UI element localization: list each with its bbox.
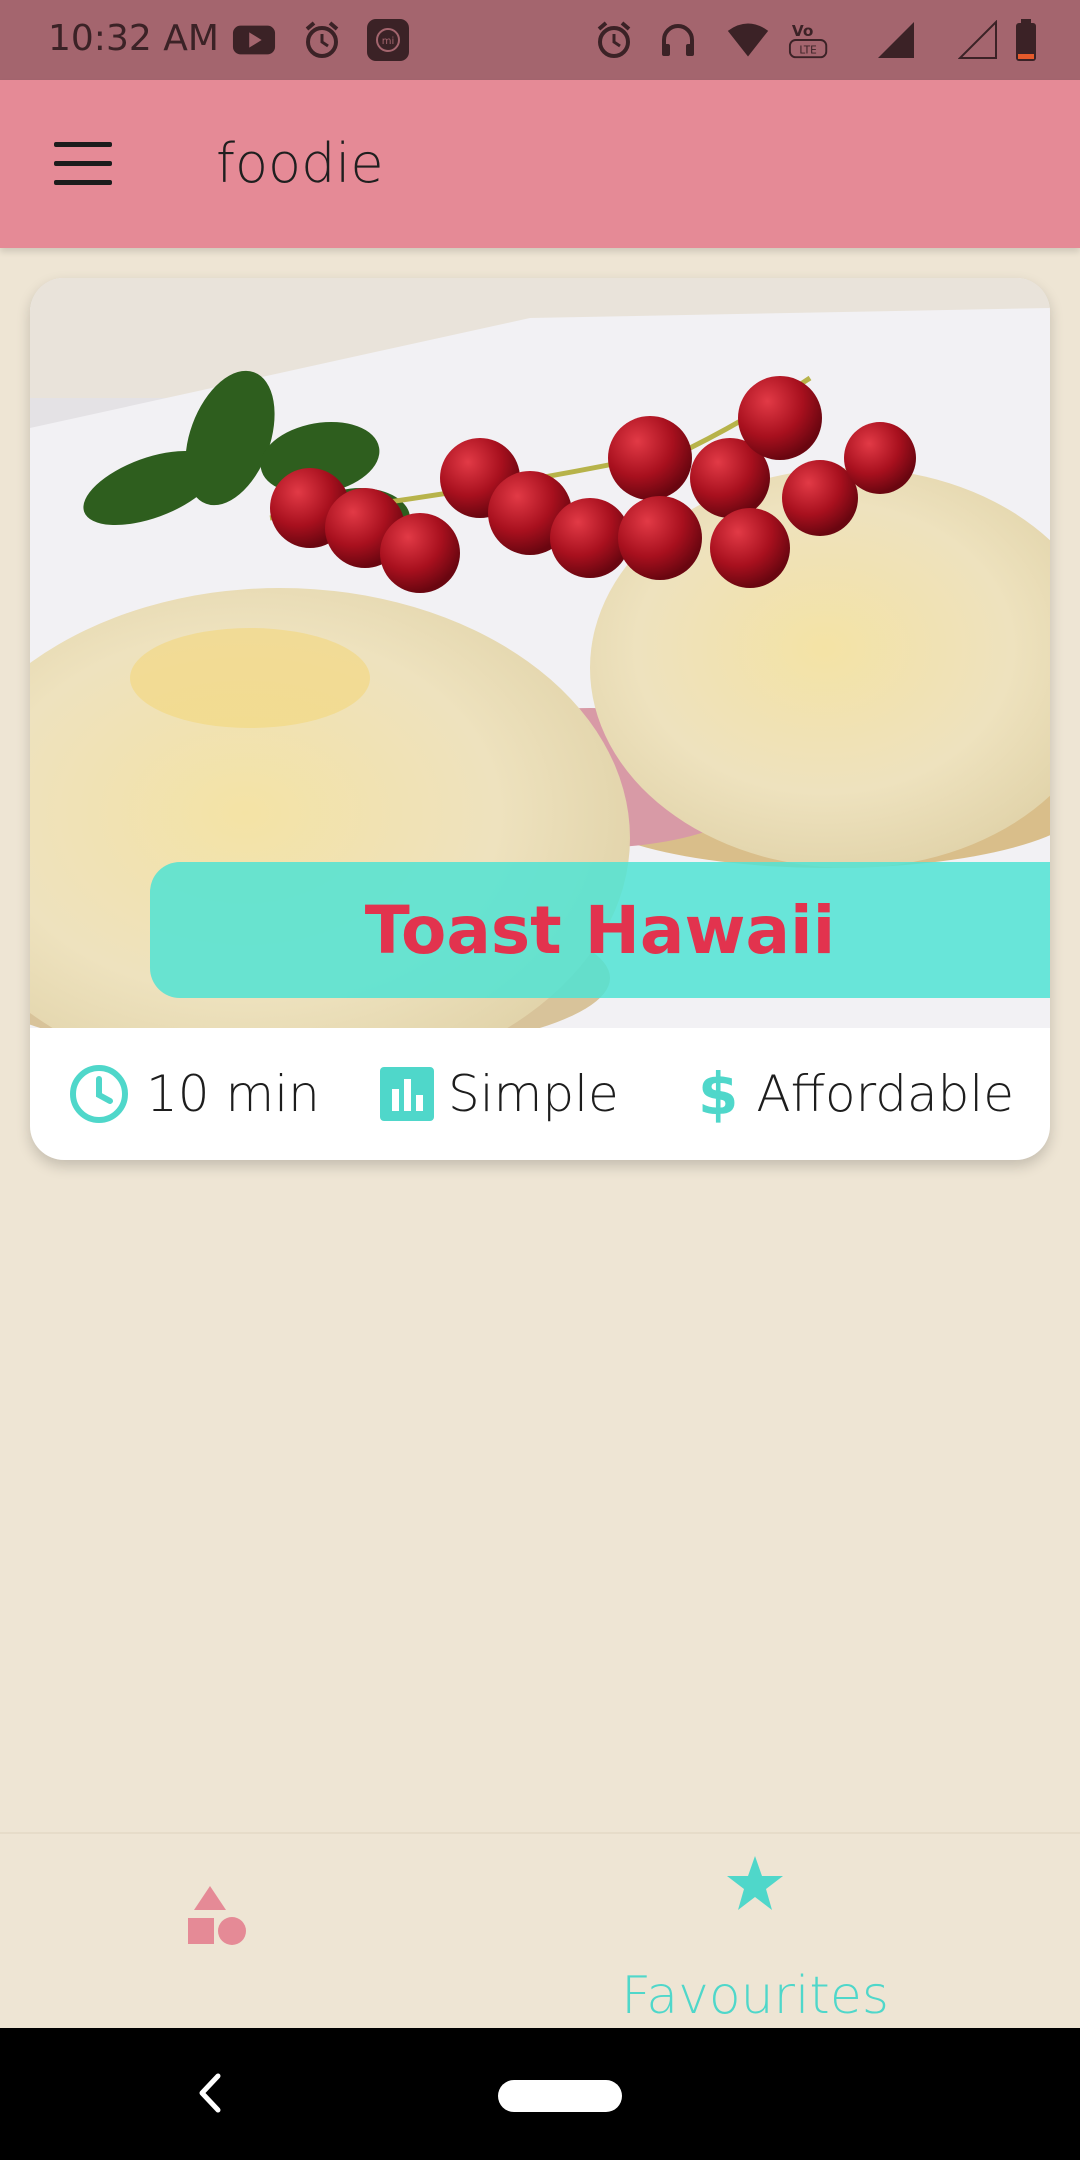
complexity-text: Simple [448,1065,619,1123]
signal-icon [874,18,918,62]
meal-title-banner: Toast Hawaii [150,862,1050,998]
clock-icon [70,1065,128,1123]
status-bar: 10:32 AM mi Vo LTE [0,0,1080,80]
system-navigation-bar [0,2028,1080,2160]
mi-icon: mi [366,18,410,62]
meal-details: 10 min Simple $ Affordable [30,1028,1050,1160]
star-icon [727,1856,783,1910]
categories-tab[interactable] [180,1884,260,1954]
favourites-tab[interactable]: Favourites [600,1854,910,2026]
affordability-item: $ Affordable [698,1028,1014,1160]
svg-text:LTE: LTE [799,44,816,56]
bar-chart-icon [380,1067,434,1121]
home-button[interactable] [498,2080,622,2112]
app-title: foodie [216,132,384,195]
favourites-label: Favourites [621,1966,889,2026]
dollar-icon: $ [698,1060,739,1128]
bottom-navigation: Favourites [0,1832,1080,2030]
categories-shapes-icon [188,1886,246,1945]
meal-title: Toast Hawaii [364,891,836,969]
app-bar: foodie [0,80,1080,248]
duration-item: 10 min [68,1028,320,1160]
back-icon[interactable] [190,2068,230,2118]
alarm-icon [300,18,344,62]
status-time: 10:32 AM [48,18,219,59]
duration-text: 10 min [146,1065,320,1123]
battery-low-icon [1004,18,1048,62]
signal-empty-icon [956,18,1000,62]
wifi-icon [726,18,770,62]
meal-card[interactable]: Toast Hawaii 10 min Simple $ Affordable [30,278,1050,1160]
complexity-item: Simple [380,1028,619,1160]
svg-text:mi: mi [382,36,395,47]
alarm-icon [592,18,636,62]
youtube-icon [232,18,276,62]
volte-icon: Vo LTE [788,18,832,62]
menu-button[interactable] [54,142,112,188]
headphones-icon [656,18,700,62]
svg-text:Vo: Vo [792,22,814,40]
affordability-text: Affordable [756,1065,1015,1123]
